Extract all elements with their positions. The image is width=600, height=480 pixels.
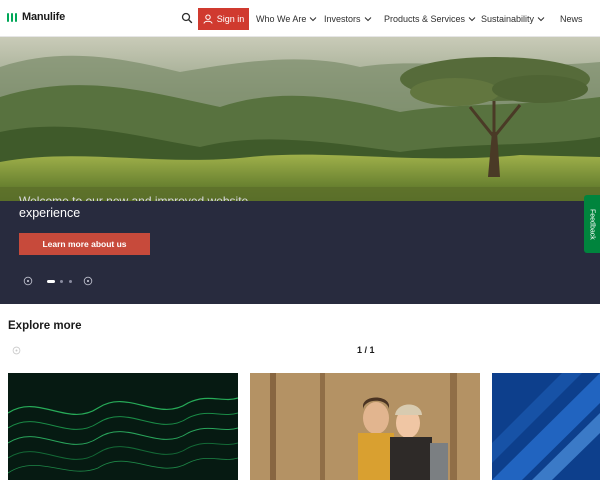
explore-prev-icon[interactable] (12, 346, 21, 355)
carousel-pause-icon[interactable] (23, 276, 33, 286)
nav-sustainability[interactable]: Sustainability (481, 0, 545, 37)
explore-pager: 1 / 1 (357, 345, 375, 355)
nav-news[interactable]: News (560, 0, 583, 37)
explore-card-couple[interactable] (250, 373, 480, 480)
hero-banner: Welcome to our new and improved website … (0, 37, 600, 304)
page: Manulife Sign in Who We Are Investors Pr… (0, 0, 600, 480)
hero-headline: experience (19, 206, 81, 220)
carousel-dot[interactable] (60, 280, 63, 283)
nav-who-we-are-label: Who We Are (256, 13, 307, 24)
site-header: Manulife Sign in Who We Are Investors Pr… (0, 0, 600, 37)
nav-investors[interactable]: Investors (324, 0, 372, 37)
glass-building-image (492, 373, 600, 480)
chevron-down-icon (364, 16, 371, 21)
nav-sustainability-label: Sustainability (481, 13, 535, 24)
nav-investors-label: Investors (324, 13, 361, 24)
user-icon (203, 14, 213, 24)
hero-landscape-image (0, 37, 600, 201)
couple-selfie-image (250, 373, 480, 480)
search-icon[interactable] (181, 12, 193, 24)
nav-products-services[interactable]: Products & Services (384, 0, 476, 37)
chevron-down-icon (468, 16, 476, 21)
manulife-logo[interactable]: Manulife (7, 11, 65, 23)
logo-text: Manulife (22, 11, 66, 23)
sign-in-button[interactable]: Sign in (198, 8, 249, 30)
carousel-dot-active[interactable] (47, 280, 55, 283)
hero-headline-hidden: Welcome to our new and improved website (19, 194, 249, 201)
carousel-dot[interactable] (69, 280, 72, 283)
learn-more-button[interactable]: Learn more about us (19, 233, 150, 255)
sign-in-label: Sign in (216, 14, 245, 24)
nav-news-label: News (560, 13, 583, 24)
chevron-down-icon (310, 16, 317, 21)
green-data-waves-image (8, 373, 238, 480)
logo-mark-icon (7, 12, 17, 22)
nav-who-we-are[interactable]: Who We Are (256, 0, 317, 37)
nav-products-services-label: Products & Services (384, 13, 466, 24)
carousel-next-icon[interactable] (83, 276, 93, 286)
explore-card-green-waves[interactable] (8, 373, 238, 480)
explore-card-building[interactable] (492, 373, 600, 480)
feedback-tab[interactable]: Feedback (584, 195, 600, 253)
explore-more-heading: Explore more (8, 320, 82, 332)
chevron-down-icon (537, 16, 545, 21)
